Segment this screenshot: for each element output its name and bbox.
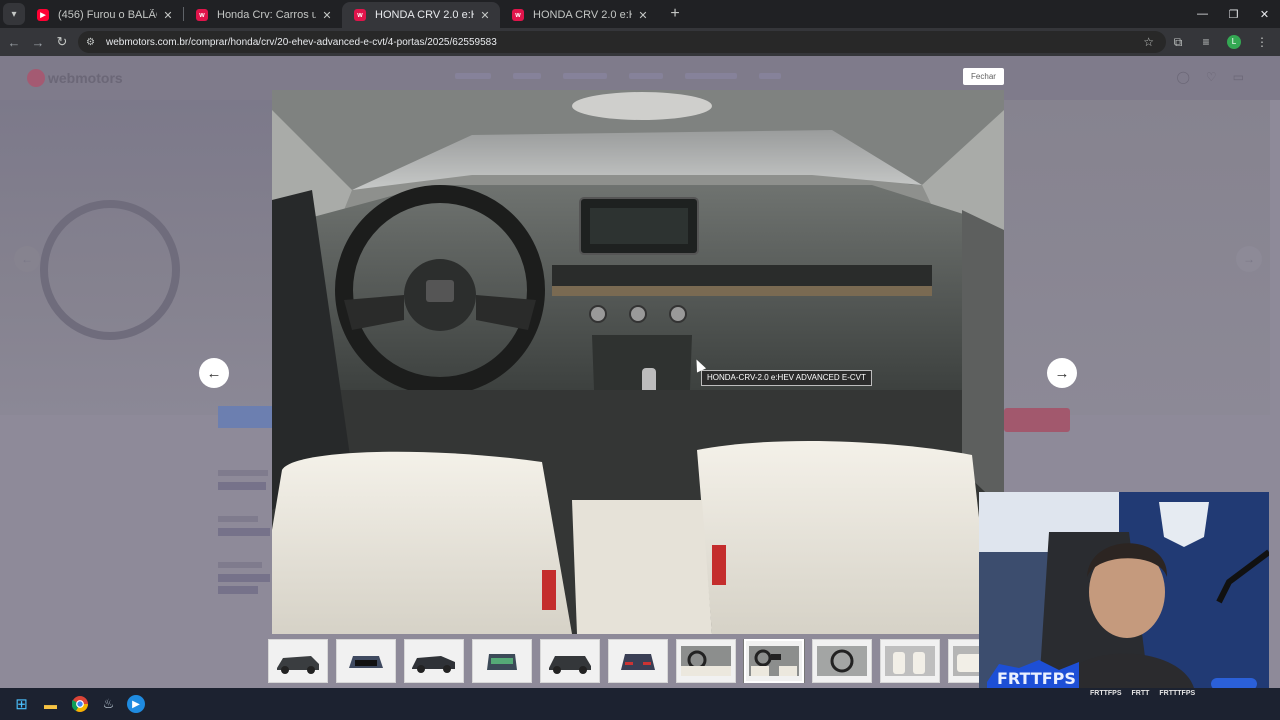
os-taskbar: ⊞ ▬ ♨ ▶ <box>0 688 1280 720</box>
arrow-left-icon: ← <box>206 364 222 382</box>
menu-kebab-icon[interactable]: ⋮ <box>1248 35 1276 49</box>
bg-prev-arrow-icon: ← <box>14 246 40 272</box>
chevron-down-icon: ▾ <box>11 8 17 20</box>
thumbnail-3[interactable] <box>404 639 464 683</box>
suv-rear-angle-icon <box>549 656 591 674</box>
thumbnail-10[interactable] <box>880 639 940 683</box>
prev-photo-button[interactable]: ← <box>199 358 229 388</box>
close-tab-icon[interactable]: ✕ <box>478 9 492 22</box>
site-info-icon[interactable]: ⚙ <box>86 37 102 48</box>
tab-3-active[interactable]: w HONDA CRV 2.0 e:HEV ADVAN ✕ <box>342 2 500 28</box>
bookmark-star-icon[interactable]: ☆ <box>1143 35 1154 49</box>
tab-search-button[interactable]: ▾ <box>3 3 25 25</box>
suv-rear-view-icon <box>621 654 655 670</box>
webcam-brand-text: FRTTFPS <box>997 669 1076 688</box>
arrow-right-icon: → <box>1054 364 1070 382</box>
extensions-icon[interactable]: ⧉ <box>1164 35 1192 50</box>
close-tab-icon[interactable]: ✕ <box>320 9 334 22</box>
tab-title: (456) Furou o BALÃO, trocou o <box>58 9 157 21</box>
interior-front-icon <box>749 646 799 676</box>
webcam-bar-item: FRTTTFPS <box>1159 690 1196 697</box>
toolbar-actions: ⧉ ≡ L ⋮ <box>1164 28 1276 56</box>
next-photo-button[interactable]: → <box>1047 358 1077 388</box>
reload-icon[interactable]: ↻ <box>50 34 74 50</box>
bg-cta-button <box>1004 408 1070 432</box>
background-photo-left <box>0 100 275 415</box>
image-tooltip: HONDA-CRV-2.0 e:HEV ADVANCED E-CVT <box>701 370 872 386</box>
tab-1[interactable]: ▶ (456) Furou o BALÃO, trocou o ✕ <box>25 2 183 28</box>
webmotors-favicon-icon: w <box>196 9 208 21</box>
youtube-favicon-icon: ▶ <box>37 9 49 21</box>
chat-icon[interactable]: ▭ <box>1233 70 1244 84</box>
streamer-webcam-feed: FRTTFPS <box>979 492 1269 688</box>
back-arrow-icon[interactable]: ← <box>2 35 26 50</box>
address-bar[interactable]: ⚙ webmotors.com.br/comprar/honda/crv/20-… <box>78 31 1166 53</box>
tab-title: HONDA CRV 2.0 e:HEV ADVAN <box>533 9 632 21</box>
close-gallery-button[interactable]: Fechar <box>963 68 1004 85</box>
car-interior-photo <box>272 90 1004 634</box>
url-text: webmotors.com.br/comprar/honda/crv/20-eh… <box>106 36 497 48</box>
thumbnail-8-active[interactable] <box>743 639 805 683</box>
chrome-icon[interactable] <box>69 694 90 715</box>
thumbnail-6[interactable] <box>608 639 668 683</box>
webcam-overlay: FRTTFPS <box>979 492 1269 688</box>
tab-4[interactable]: w HONDA CRV 2.0 e:HEV ADVAN ✕ <box>500 2 658 28</box>
suv-side-icon <box>412 656 455 673</box>
logo-text: webmotors <box>48 70 123 86</box>
minimize-icon[interactable]: — <box>1187 0 1218 28</box>
listing-title-blurred <box>218 406 274 428</box>
suv-front-angle-icon <box>277 656 319 674</box>
media-control-icon[interactable]: ≡ <box>1192 35 1220 49</box>
forward-arrow-icon[interactable]: → <box>26 35 50 50</box>
steering-wheel-shape <box>40 200 180 340</box>
profile-avatar[interactable]: L <box>1227 35 1241 49</box>
suv-front-icon <box>349 656 383 668</box>
thumbnail-strip <box>268 639 980 683</box>
logo-mark-icon <box>27 69 45 87</box>
tab-strip: ▾ ▶ (456) Furou o BALÃO, trocou o ✕ w Ho… <box>0 0 1280 28</box>
thumbnail-5[interactable] <box>540 639 600 683</box>
interior-dash-icon <box>681 646 731 676</box>
steering-wheel-icon <box>817 646 867 676</box>
windows-start-icon[interactable]: ⊞ <box>11 694 32 715</box>
background-photo-right <box>1004 100 1270 415</box>
close-window-icon[interactable]: ✕ <box>1249 0 1280 28</box>
new-tab-button[interactable]: + <box>664 5 686 23</box>
thumbnail-2[interactable] <box>336 639 396 683</box>
tab-2[interactable]: w Honda Crv: Carros usados, sem ✕ <box>184 2 342 28</box>
suv-rear-icon <box>487 654 517 670</box>
webcam-social-bar: FRTTFPS FRTT FRTTTFPS <box>1090 690 1195 697</box>
webmotors-favicon-icon: w <box>354 9 366 21</box>
thumbnail-9[interactable] <box>812 639 872 683</box>
site-menu-dimmed <box>455 73 781 79</box>
blue-app-icon[interactable]: ▶ <box>127 695 145 713</box>
header-icons: ◯ ♡ ▭ <box>1176 70 1244 84</box>
tab-title: HONDA CRV 2.0 e:HEV ADVAN <box>375 9 474 21</box>
user-icon[interactable]: ◯ <box>1176 70 1189 84</box>
chrome-logo <box>71 696 88 712</box>
gallery-main-image <box>272 90 1004 634</box>
restore-icon[interactable]: ❐ <box>1218 0 1249 28</box>
close-tab-icon[interactable]: ✕ <box>161 9 175 22</box>
close-tab-icon[interactable]: ✕ <box>636 9 650 22</box>
heart-icon[interactable]: ♡ <box>1206 70 1217 84</box>
thumbnail-7[interactable] <box>676 639 736 683</box>
file-explorer-icon[interactable]: ▬ <box>40 694 61 715</box>
thumbnail-1[interactable] <box>268 639 328 683</box>
webcam-bar-item: FRTT <box>1131 690 1150 697</box>
window-controls: — ❐ ✕ <box>1187 0 1280 28</box>
browser-toolbar: ← → ↻ ⚙ webmotors.com.br/comprar/honda/c… <box>0 28 1280 56</box>
tab-title: Honda Crv: Carros usados, sem <box>217 9 316 21</box>
thumbnail-4[interactable] <box>472 639 532 683</box>
webmotors-logo[interactable]: webmotors <box>27 69 123 87</box>
rear-seats-icon <box>953 646 980 676</box>
webmotors-favicon-icon: w <box>512 9 524 21</box>
front-seats-icon <box>885 646 935 676</box>
listing-info-dimmed <box>218 406 278 594</box>
thumbnail-11[interactable] <box>948 639 980 683</box>
webcam-bar-item: FRTTFPS <box>1090 690 1122 697</box>
bg-next-arrow-icon: → <box>1236 246 1262 272</box>
steam-icon[interactable]: ♨ <box>98 694 119 715</box>
